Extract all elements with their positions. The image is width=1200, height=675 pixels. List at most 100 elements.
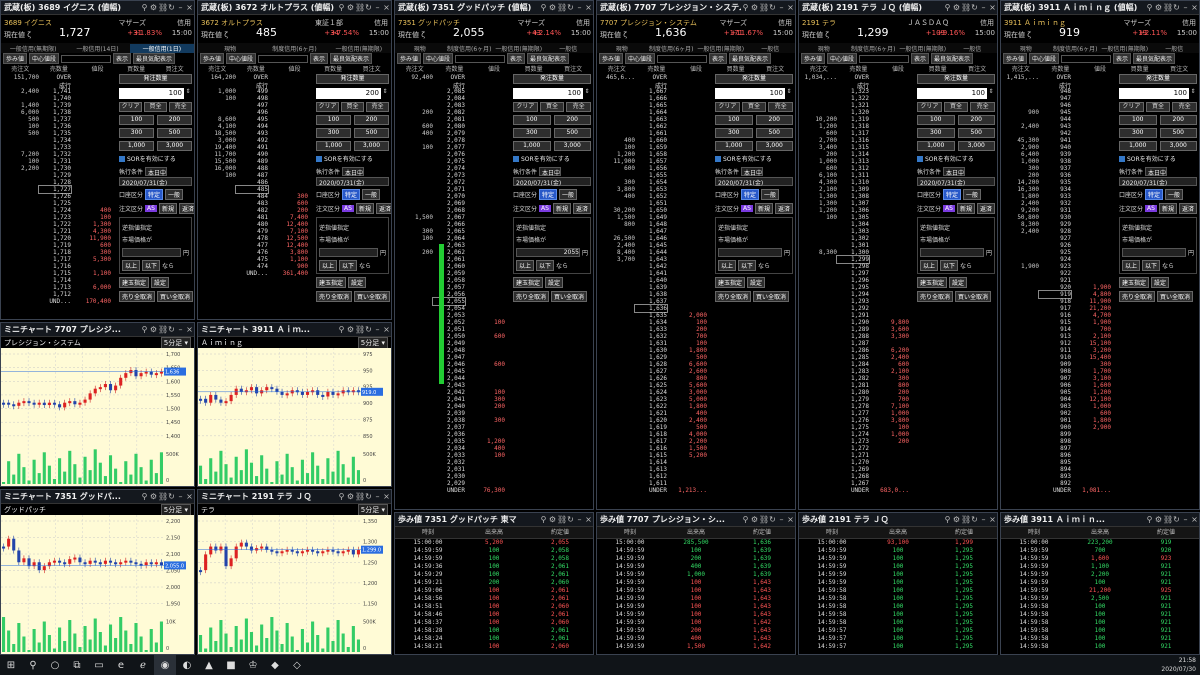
ts-row[interactable]: 14:59:06 100 2,061 bbox=[395, 587, 593, 595]
refresh-icon[interactable]: ↻ bbox=[970, 3, 979, 12]
book-row[interactable]: 400 1,660 bbox=[597, 137, 712, 144]
price-level[interactable]: 2,076 bbox=[433, 151, 465, 158]
tab-2[interactable]: 一般信用(無期限) bbox=[898, 44, 948, 53]
book-row[interactable]: 1,282 300 bbox=[799, 375, 914, 382]
book-row[interactable]: 916 4,700 bbox=[1001, 312, 1116, 319]
cancel-all-sell-button[interactable]: 売り全取消 bbox=[316, 291, 353, 302]
price-level[interactable]: 1,735 bbox=[39, 130, 71, 137]
book-row[interactable]: 920 1,900 bbox=[1001, 284, 1116, 291]
price-level[interactable]: 948 bbox=[1039, 88, 1071, 95]
book-row[interactable]: 成行 bbox=[1, 81, 116, 90]
minichart-2-window[interactable]: ミニチャート 7351 グッドパ... ⚲ ⚙ ⛓ ↻ – × グッドパッチ 5分足 ▾ 2,20… bbox=[0, 489, 195, 655]
book-row[interactable]: 1,718 300 bbox=[1, 249, 116, 256]
price-level[interactable]: OVER bbox=[236, 74, 268, 81]
account-tokutei[interactable]: 特定 bbox=[1145, 189, 1164, 200]
book-row[interactable]: 485 bbox=[198, 185, 313, 194]
book-row[interactable]: 1,000 938 bbox=[1001, 158, 1116, 165]
close-icon[interactable]: × bbox=[1190, 3, 1199, 12]
book-row[interactable]: 800 1,648 bbox=[597, 221, 712, 228]
price-level[interactable]: 2,043 bbox=[433, 382, 465, 389]
price-level[interactable]: 1,287 bbox=[837, 340, 869, 347]
price-level[interactable]: 1,298 bbox=[837, 263, 869, 270]
book-row[interactable]: 3,000 492 bbox=[198, 137, 313, 144]
book-row[interactable]: 2,075 bbox=[395, 158, 510, 165]
minimize-icon[interactable]: – bbox=[1181, 515, 1190, 524]
price-level[interactable]: 479 bbox=[236, 228, 268, 235]
exec-select[interactable]: 本日中 bbox=[741, 167, 764, 177]
price-level[interactable]: 成行 bbox=[236, 81, 268, 90]
cancel-all-buy-button[interactable]: 買い全取消 bbox=[354, 291, 391, 302]
ts-row[interactable]: 14:59:59 1,600 923 bbox=[1001, 555, 1199, 563]
sor-checkbox[interactable]: SORを有効にする bbox=[715, 154, 793, 163]
price-level[interactable]: 1,321 bbox=[837, 102, 869, 109]
book-row[interactable]: 1,661 bbox=[597, 130, 712, 137]
price-level[interactable]: 481 bbox=[236, 214, 268, 221]
minimize-icon[interactable]: – bbox=[777, 3, 786, 12]
app4-icon[interactable]: ♔ bbox=[242, 655, 264, 675]
price-level[interactable]: 2,044 bbox=[433, 375, 465, 382]
book-row[interactable]: 2,081 bbox=[395, 116, 510, 123]
ts-row[interactable]: 14:59:21 200 2,060 bbox=[395, 579, 593, 587]
book-row[interactable]: 1,288 3,300 bbox=[799, 333, 914, 340]
price-level[interactable]: 1,300 bbox=[837, 249, 869, 256]
price-level[interactable]: 487 bbox=[236, 172, 268, 179]
qty-input[interactable]: 200 bbox=[316, 88, 381, 99]
book-row[interactable]: 1,640 bbox=[597, 277, 712, 284]
book-row[interactable]: 1,626 800 bbox=[597, 375, 712, 382]
repay-button[interactable]: 返済 bbox=[375, 203, 391, 214]
price-level[interactable]: 1,667 bbox=[635, 88, 667, 95]
book-row[interactable]: 6,000 1,738 bbox=[1, 109, 116, 116]
price-level[interactable]: 1,666 bbox=[635, 95, 667, 102]
book-row[interactable]: 1,647 bbox=[597, 228, 712, 235]
book-row[interactable]: 899 bbox=[1001, 431, 1116, 438]
book-row[interactable]: 14,200 935 bbox=[1001, 179, 1116, 186]
book-row[interactable]: 917 21,200 bbox=[1001, 305, 1116, 312]
price-level[interactable]: 1,303 bbox=[837, 228, 869, 235]
price-level[interactable]: 2,064 bbox=[433, 235, 465, 242]
tab-0[interactable]: 現物 bbox=[799, 44, 849, 53]
tab-0[interactable]: 一般信用(無期限) bbox=[1, 44, 65, 53]
timeframe-select[interactable]: 5分足 ▾ bbox=[357, 336, 388, 349]
qty-preset-button[interactable]: 300 bbox=[715, 128, 753, 138]
checkbox-icon[interactable] bbox=[715, 155, 721, 162]
price-level[interactable]: 1,612 bbox=[635, 473, 667, 480]
price-level[interactable]: 2,052 bbox=[433, 319, 465, 326]
checkbox-icon[interactable] bbox=[316, 155, 322, 162]
book-row[interactable]: 918 11,900 bbox=[1001, 298, 1116, 305]
price-level[interactable]: 1,713 bbox=[39, 284, 71, 291]
book-row[interactable]: 16,300 934 bbox=[1001, 186, 1116, 193]
qty-preset-button[interactable]: 1,000 bbox=[316, 141, 351, 151]
ayumi-button[interactable]: 歩み値 bbox=[3, 53, 28, 64]
link-icon[interactable]: ⛓ bbox=[961, 515, 971, 524]
price-level[interactable]: 1,650 bbox=[635, 207, 667, 214]
price-level[interactable]: 1,305 bbox=[837, 214, 869, 221]
price-level[interactable]: 2,083 bbox=[433, 102, 465, 109]
book-row[interactable]: 1,628 6,600 bbox=[597, 361, 712, 368]
quick-button[interactable]: クリア bbox=[1119, 102, 1144, 112]
book-row[interactable]: 483 600 bbox=[198, 200, 313, 207]
price-level[interactable]: 2,077 bbox=[433, 144, 465, 151]
price-level[interactable]: 497 bbox=[236, 102, 268, 109]
tab-1[interactable]: 一般信用(14日) bbox=[65, 44, 129, 53]
price-level[interactable]: 933 bbox=[1039, 193, 1071, 200]
price-level[interactable]: 931 bbox=[1039, 207, 1071, 214]
tab-3[interactable]: 一般信 bbox=[544, 44, 594, 53]
book-row[interactable]: UND... 361,400 bbox=[198, 270, 313, 277]
price-level[interactable]: 1,272 bbox=[837, 445, 869, 452]
checkbox-icon[interactable] bbox=[1119, 155, 1125, 162]
price-level[interactable]: 924 bbox=[1039, 256, 1071, 263]
book-row[interactable]: 16,000 488 bbox=[198, 165, 313, 172]
price-level[interactable]: 1,277 bbox=[837, 410, 869, 417]
minichart-0-plot[interactable]: 1,7001,6501,6001,5501,5001,4501,4001,636… bbox=[1, 348, 194, 486]
price-level[interactable]: 1,734 bbox=[39, 137, 71, 144]
book-row[interactable]: 164,200 OVER bbox=[198, 74, 313, 81]
price-level[interactable]: 1,278 bbox=[837, 403, 869, 410]
price-level[interactable]: 2,061 bbox=[433, 256, 465, 263]
price-level[interactable]: 1,296 bbox=[837, 277, 869, 284]
price-level[interactable]: 484 bbox=[236, 193, 268, 200]
price-level[interactable]: 477 bbox=[236, 242, 268, 249]
price-level[interactable]: 1,723 bbox=[39, 214, 71, 221]
book-row[interactable]: 1,621 400 bbox=[597, 410, 712, 417]
ts-row[interactable]: 14:59:59 400 1,643 bbox=[597, 635, 795, 643]
new-button[interactable]: 新規 bbox=[552, 203, 571, 214]
